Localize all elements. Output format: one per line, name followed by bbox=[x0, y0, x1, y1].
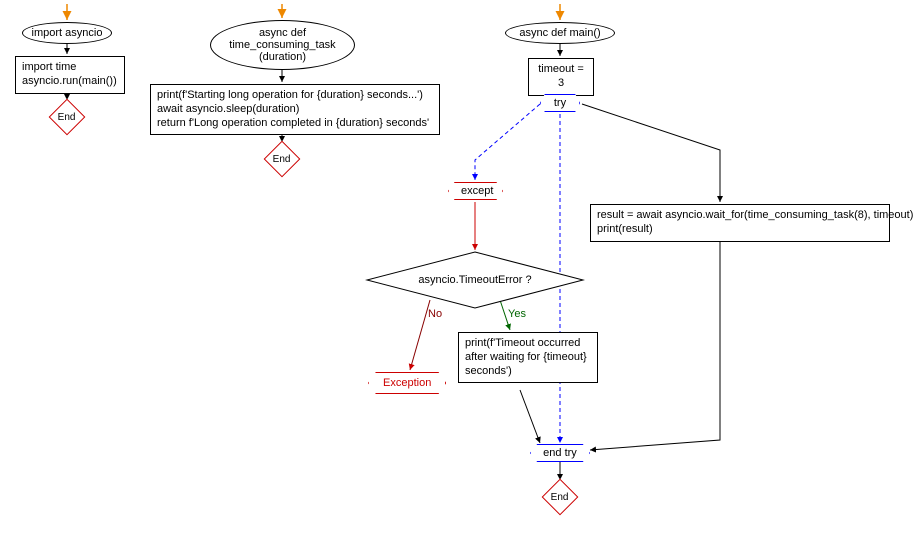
text: print(f'Starting long operation for {dur… bbox=[157, 89, 429, 129]
task-end: End bbox=[264, 141, 301, 178]
yes-label: Yes bbox=[508, 308, 526, 320]
main-start-ellipse: async def main() bbox=[505, 22, 615, 44]
no-label: No bbox=[428, 308, 442, 320]
end-label: End bbox=[273, 153, 291, 164]
label: end try bbox=[543, 447, 577, 459]
decision-label: asyncio.TimeoutError ? bbox=[398, 274, 551, 286]
label: async def main() bbox=[519, 27, 600, 39]
try-body-rect: result = await asyncio.wait_for(time_con… bbox=[590, 204, 890, 242]
module-end: End bbox=[49, 99, 86, 136]
text: result = await asyncio.wait_for(time_con… bbox=[597, 209, 913, 235]
label: except bbox=[461, 185, 493, 197]
end-label: End bbox=[551, 491, 569, 502]
module-start-ellipse: import asyncio bbox=[22, 22, 112, 44]
exception-hex: Exception bbox=[368, 372, 446, 394]
label: Exception bbox=[383, 377, 431, 389]
end-try-hex: end try bbox=[530, 444, 590, 462]
end-label: End bbox=[58, 111, 76, 122]
module-body-rect: import time asyncio.run(main()) bbox=[15, 56, 125, 94]
label: import asyncio bbox=[32, 27, 103, 39]
timeout-rect: timeout = 3 bbox=[528, 58, 594, 96]
task-start-ellipse: async def time_consuming_task (duration) bbox=[210, 20, 355, 70]
text: timeout = 3 bbox=[538, 63, 584, 89]
timeout-print-rect: print(f'Timeout occurred after waiting f… bbox=[458, 332, 598, 383]
task-body-rect: print(f'Starting long operation for {dur… bbox=[150, 84, 440, 135]
main-end: End bbox=[542, 479, 579, 516]
timeout-error-decision: asyncio.TimeoutError ? bbox=[365, 250, 585, 310]
label: async def time_consuming_task (duration) bbox=[229, 27, 335, 63]
text: print(f'Timeout occurred after waiting f… bbox=[465, 337, 587, 377]
text: import time asyncio.run(main()) bbox=[22, 61, 117, 87]
label: try bbox=[554, 97, 566, 109]
except-hex: except bbox=[448, 182, 503, 200]
try-hex: try bbox=[540, 94, 580, 112]
